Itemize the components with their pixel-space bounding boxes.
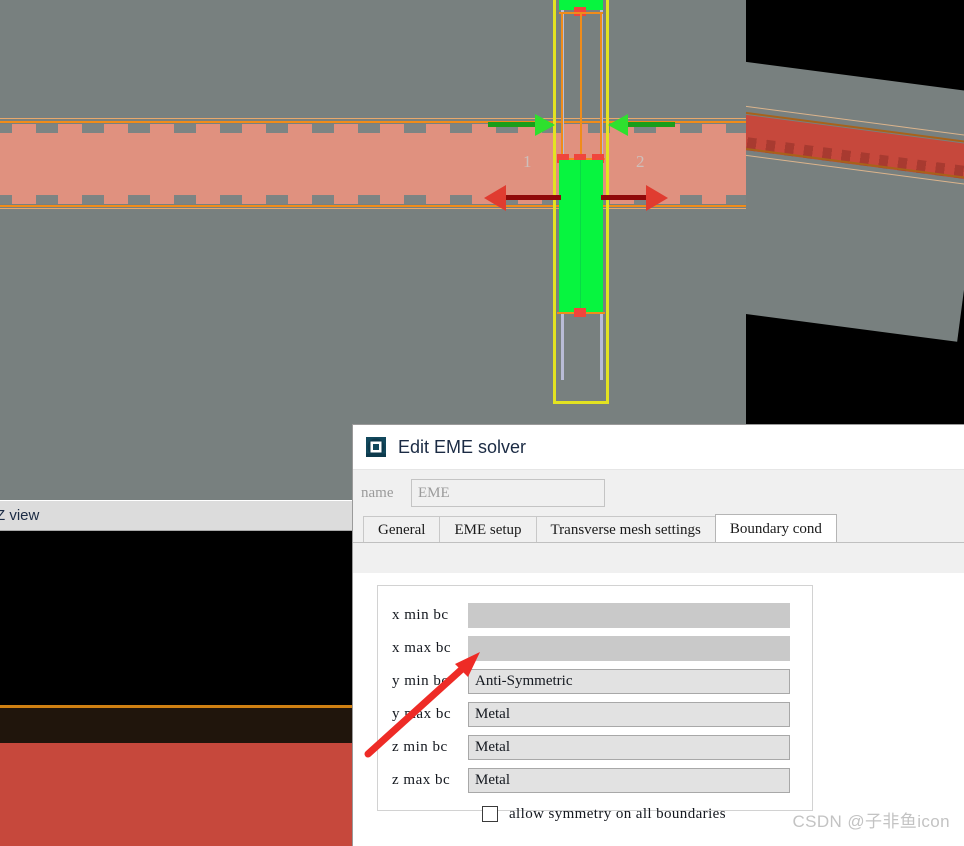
bottom-view-layer-dark <box>0 708 352 743</box>
name-row: name EME <box>353 470 964 516</box>
tab-general[interactable]: General <box>363 516 441 542</box>
bottom-view-canvas[interactable] <box>0 532 352 705</box>
name-input[interactable]: EME <box>411 479 605 507</box>
label-z-min-bc: z min bc <box>392 739 448 755</box>
select-z-min-bc[interactable]: Metal <box>468 735 790 760</box>
mode-source-arrow-right[interactable] <box>608 114 628 136</box>
slab-outer-line-bottom <box>0 208 746 209</box>
bottom-view-title: Z view <box>0 507 40 524</box>
row-z-min-bc: z min bc Metal <box>378 731 812 764</box>
select-y-min-bc[interactable]: Anti-Symmetric <box>468 669 790 694</box>
perspective-cladding <box>746 60 964 342</box>
select-x-min-bc[interactable] <box>468 603 790 628</box>
label-z-max-bc: z max bc <box>392 772 451 788</box>
edit-eme-solver-dialog[interactable]: Edit EME solver name EME General EME set… <box>352 424 964 846</box>
port-label-1: 1 <box>523 152 532 171</box>
boundary-conditions-group: x min bc x max bc y min bc Anti-Symmetri… <box>377 585 813 822</box>
label-y-max-bc: y max bc <box>392 706 451 722</box>
mode-source-bar-left <box>488 122 538 127</box>
row-y-max-bc: y max bc Metal <box>378 698 812 731</box>
label-y-min-bc: y min bc <box>392 673 449 689</box>
eme-active-cell-split <box>580 160 581 312</box>
eme-active-cell[interactable] <box>559 160 603 312</box>
row-allow-symmetry: allow symmetry on all boundaries <box>378 797 812 831</box>
name-label: name <box>361 484 394 501</box>
row-x-min-bc: x min bc <box>378 599 812 632</box>
tab-eme-setup[interactable]: EME setup <box>439 516 537 542</box>
csdn-watermark: CSDN @子非鱼icon <box>792 812 950 831</box>
lumerical-solver-icon <box>365 436 387 458</box>
port-arrow-left[interactable] <box>484 185 506 211</box>
port-bar-left <box>505 195 561 200</box>
row-x-max-bc: x max bc <box>378 632 812 665</box>
tab-boundary-conditions[interactable]: Boundary cond <box>714 514 837 542</box>
allow-symmetry-checkbox[interactable] <box>482 806 498 822</box>
dialog-title: Edit EME solver <box>398 436 527 457</box>
mode-source-bar-right <box>625 122 675 127</box>
eme-cell-divider-left <box>561 12 563 160</box>
bottom-view-panel[interactable]: Z view <box>0 500 352 846</box>
port-label-2: 2 <box>636 152 645 171</box>
label-x-max-bc: x max bc <box>392 640 451 656</box>
bottom-view-titlebar: Z view <box>0 500 352 531</box>
tab-transverse-mesh-settings[interactable]: Transverse mesh settings <box>535 516 716 542</box>
port-arrow-right[interactable] <box>646 185 668 211</box>
slab-outer-line-top <box>0 118 746 119</box>
waveguide-slab <box>0 124 746 204</box>
row-y-min-bc: y min bc Anti-Symmetric <box>378 665 812 698</box>
allow-symmetry-label: allow symmetry on all boundaries <box>509 805 726 822</box>
slab-line-bottom <box>0 205 746 207</box>
bottom-view-layer-brick <box>0 743 352 846</box>
select-x-max-bc[interactable] <box>468 636 790 661</box>
dialog-tabstrip[interactable]: General EME setup Transverse mesh settin… <box>353 514 964 543</box>
select-y-max-bc[interactable]: Metal <box>468 702 790 727</box>
mode-source-arrow-left[interactable] <box>535 114 555 136</box>
dialog-titlebar: Edit EME solver <box>353 425 964 470</box>
eme-cell-divider-center <box>580 12 582 160</box>
label-x-min-bc: x min bc <box>392 607 449 623</box>
select-z-max-bc[interactable]: Metal <box>468 768 790 793</box>
screenshot-root: 1 2 Z view Edit EME solver name EME Gene… <box>0 0 964 846</box>
eme-cell-divider-right <box>600 12 602 160</box>
row-z-max-bc: z max bc Metal <box>378 764 812 797</box>
handle-bottom[interactable] <box>574 308 586 317</box>
boundary-conditions-panel: x min bc x max bc y min bc Anti-Symmetri… <box>353 573 964 846</box>
